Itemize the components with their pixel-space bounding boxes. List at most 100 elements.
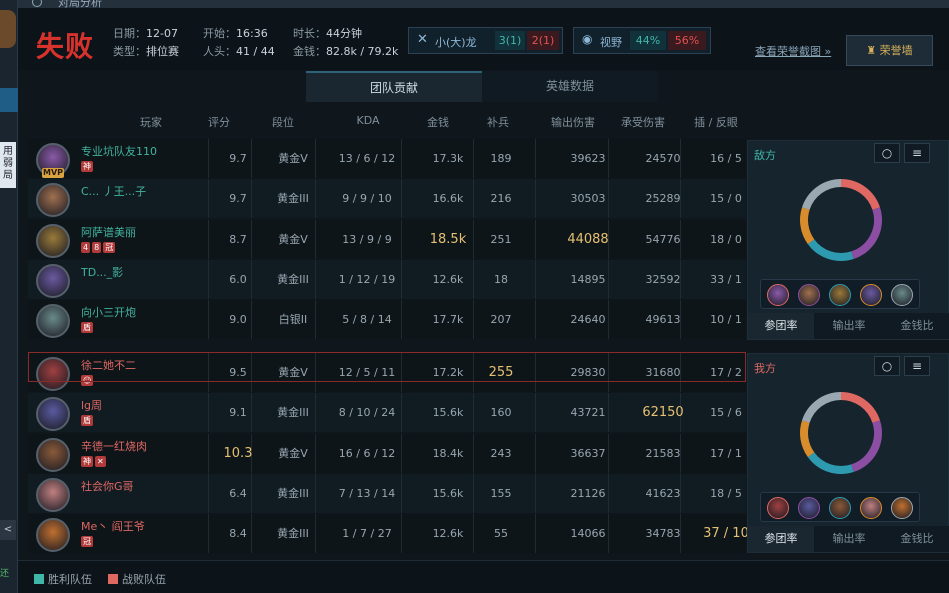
champion-mini-icon[interactable] [860, 497, 882, 519]
table-row[interactable]: 社会你G哥 6.4 黄金III 7 / 13 / 14 15.6k 155 21126 416… [28, 473, 746, 513]
champion-avatar[interactable] [36, 518, 70, 553]
cell-dmg: 24640 [570, 313, 606, 327]
column-divider [315, 473, 316, 513]
table-row[interactable]: C... 丿王...子 9.7 黄金III 9 / 9 / 10 16.6k 216 305… [28, 179, 746, 219]
tab-hero-data[interactable]: 英雄数据 [482, 71, 658, 102]
champion-mini-icon[interactable] [798, 284, 820, 306]
champion-mini-icon[interactable] [767, 497, 789, 519]
champion-avatar[interactable] [36, 437, 70, 472]
column-header[interactable]: 段位 [263, 114, 303, 130]
column-header[interactable]: 承受伤害 [618, 114, 668, 130]
player-name[interactable]: 专业坑队友110 [81, 143, 157, 159]
cell-kda: 13 / 6 / 12 [338, 152, 396, 165]
champion-mini-icon[interactable] [798, 497, 820, 519]
column-header[interactable]: 补兵 [483, 114, 513, 130]
honor-wall-button[interactable]: ♜ 荣誉墙 [846, 35, 933, 66]
column-divider [535, 473, 536, 513]
dragon-label: 小(大)龙 [435, 36, 477, 49]
player-name[interactable]: Me丶 阎王爷 [81, 518, 145, 534]
cell-rank: 黄金V [278, 152, 308, 165]
column-header[interactable]: 输出伤害 [548, 114, 598, 130]
cell-wards: 10 / 1 [710, 313, 742, 327]
champion-mini-icon[interactable] [891, 497, 913, 519]
strip-highlight[interactable] [0, 88, 18, 112]
champion-avatar[interactable] [36, 304, 70, 339]
table-row[interactable]: lg周盾 9.1 黄金III 8 / 10 / 24 15.6k 160 43721 6215… [28, 393, 746, 433]
list-view-icon[interactable]: ≡ [904, 356, 930, 376]
champion-avatar[interactable] [36, 183, 70, 218]
panel-tab[interactable]: 金钱比 [884, 313, 949, 339]
column-divider [473, 514, 474, 554]
champion-avatar[interactable] [36, 263, 70, 298]
column-divider [315, 219, 316, 259]
settings-icon[interactable] [32, 0, 42, 7]
player-name[interactable]: 向小三开炮 [81, 304, 136, 320]
champion-avatar[interactable] [36, 477, 70, 512]
champion-mini-icon[interactable] [829, 497, 851, 519]
column-divider [535, 300, 536, 340]
dragon-red: 2(1) [527, 31, 559, 50]
champion-mini-icon[interactable] [829, 284, 851, 306]
table-row[interactable]: Me丶 阎王爷冠 8.4 黄金III 1 / 7 / 27 12.6k 55 14066 34… [28, 514, 749, 554]
column-header[interactable]: 玩家 [106, 114, 196, 130]
honor-badge-icon: 冠 [103, 241, 116, 253]
table-row[interactable]: 向小三开炮盾 9.0 白银II 5 / 8 / 14 17.7k 207 24640 4961… [28, 300, 746, 340]
cell-kda: 1 / 7 / 27 [342, 527, 392, 541]
player-name[interactable]: C... 丿王...子 [81, 183, 146, 199]
player-badges: 神 [81, 161, 95, 173]
champion-mini-icon[interactable] [860, 284, 882, 306]
panel-tab[interactable]: 输出率 [816, 313, 882, 339]
player-name[interactable]: 辛德一红烧肉 [81, 438, 147, 454]
table-row[interactable]: 辛德一红烧肉神 ✕ 10.3 黄金V 16 / 6 / 12 18.4k 243 36637 2… [28, 433, 746, 473]
list-view-icon[interactable]: ≡ [904, 143, 930, 163]
strip-avatar[interactable] [0, 10, 16, 48]
cell-wards: 18 / 5 [710, 486, 742, 500]
strip-collapse-icon[interactable]: < [0, 520, 16, 540]
cell-gold: 18.4k [432, 446, 464, 460]
cell-taken: 25289 [645, 192, 681, 206]
player-name[interactable]: 社会你G哥 [81, 478, 134, 494]
donut-view-icon[interactable]: ○ [874, 143, 900, 163]
panel-tab[interactable]: 参团率 [748, 313, 814, 339]
cell-cs: 243 [490, 446, 512, 460]
view-tabs: 团队贡献 英雄数据 [306, 71, 658, 102]
column-divider [208, 259, 209, 299]
match-analysis-window: 对局分析 失败 日期：12-07 类型：排位赛 开始：16:36 人头：41 /… [18, 0, 949, 593]
player-name[interactable]: lg周 [81, 397, 102, 413]
player-name[interactable]: TD..._影 [81, 264, 123, 280]
cell-kda: 7 / 13 / 14 [338, 486, 396, 500]
table-row[interactable]: MVP 专业坑队友110 神 9.7 黄金V 13 / 6 / 12 17.3k 189 396… [28, 139, 746, 178]
champion-avatar[interactable] [36, 223, 70, 258]
column-header[interactable]: 金钱 [418, 114, 458, 130]
champion-mini-icon[interactable] [767, 284, 789, 306]
cell-taken: 34783 [645, 527, 681, 541]
column-header[interactable]: 插 / 反眼 [686, 114, 746, 130]
honor-screenshot-link[interactable]: 查看荣誉截图 » [755, 43, 831, 59]
cell-score: 8.7 [229, 232, 247, 246]
column-divider [208, 179, 209, 219]
table-row[interactable]: 阿萨谱美丽 4 8 冠 8.7 黄金V 13 / 9 / 9 18.5k 251 44088 547… [28, 219, 746, 259]
player-badges: 盾 [81, 415, 95, 427]
cell-score: 9.1 [229, 406, 247, 420]
honor-badge-icon: 8 [92, 241, 102, 253]
column-divider [535, 139, 536, 178]
table-row[interactable]: TD..._影 6.0 黄金III 1 / 12 / 19 12.6k 18 14895 32… [28, 259, 746, 299]
column-divider [208, 300, 209, 340]
honor-wall-label: 荣誉墙 [879, 44, 913, 57]
left-sidebar-strip: 用弱局 < 还选: [0, 0, 18, 593]
column-header[interactable]: 评分 [208, 114, 230, 130]
panel-tab[interactable]: 参团率 [748, 526, 814, 552]
champion-mini-icon[interactable] [891, 284, 913, 306]
table-header: 玩家 评分 段位 KDA 金钱 补兵 输出伤害 承受伤害 插 / 反眼 [18, 102, 745, 138]
cell-wards: 37 / 10 [703, 526, 749, 542]
cell-score: 6.4 [229, 486, 247, 500]
panel-tab[interactable]: 金钱比 [884, 526, 949, 552]
donut-view-icon[interactable]: ○ [874, 356, 900, 376]
panel-tab[interactable]: 输出率 [816, 526, 882, 552]
tab-team-contribution[interactable]: 团队贡献 [306, 71, 482, 102]
player-name[interactable]: 阿萨谱美丽 [81, 224, 136, 240]
champion-avatar[interactable] [36, 397, 70, 432]
column-header[interactable]: KDA [338, 114, 398, 127]
cell-taken: 62150 [642, 405, 684, 421]
strip-tag[interactable]: 用弱局 [0, 142, 16, 188]
